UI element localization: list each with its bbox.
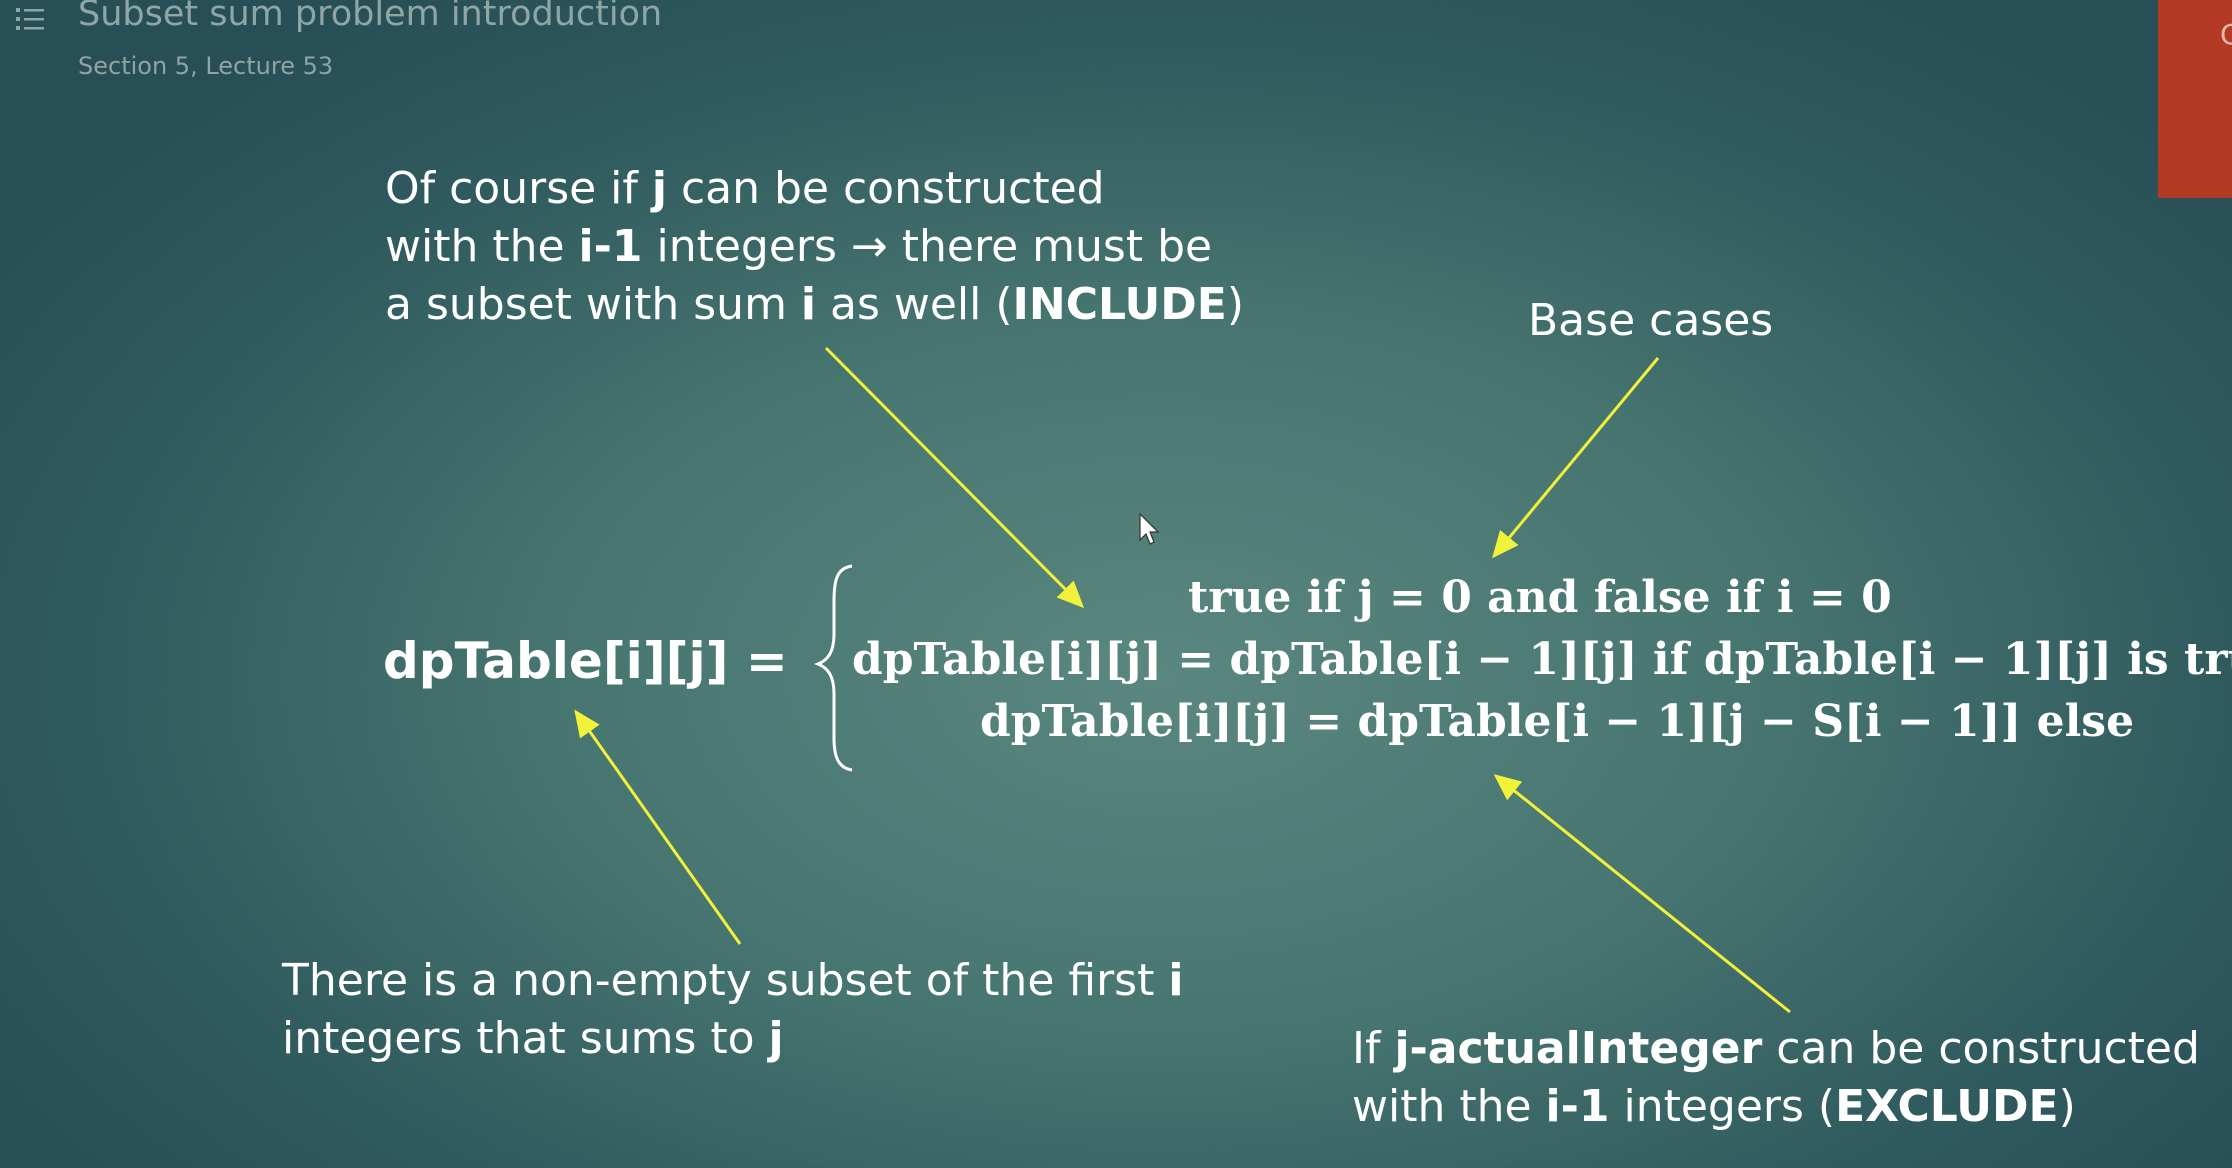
note-meaning-line-1: There is a non-empty subset of the first… (282, 955, 1184, 1006)
list-icon[interactable] (14, 4, 48, 34)
formula-lhs: dpTable[i][j] = (383, 632, 788, 690)
side-tab-glyph: C (2220, 18, 2232, 51)
note-include-line-2: with the i-1 integers → there must be (385, 221, 1213, 272)
mouse-cursor-icon (1139, 512, 1160, 545)
arrow-meaning (574, 709, 742, 945)
formula-case-exclude: dpTable[i][j] = dpTable[i − 1][j − S[i −… (980, 696, 2135, 747)
note-include-line-1: Of course if j can be constructed (385, 163, 1105, 214)
note-base-cases: Base cases (1528, 295, 1774, 346)
side-panel-tab[interactable]: C (2158, 0, 2232, 198)
arrow-exclude (1493, 774, 1791, 1014)
note-exclude: If j-actualInteger can be constructed wi… (1352, 1020, 2200, 1136)
left-curly-brace (813, 564, 853, 772)
note-include-line-3: a subset with sum i as well (INCLUDE) (385, 279, 1244, 330)
lecture-subtitle: Section 5, Lecture 53 (78, 52, 334, 80)
formula-case-include: dpTable[i][j] = dpTable[i − 1][j] if dpT… (852, 634, 2232, 685)
arrow-include (824, 346, 1085, 609)
formula-case-base: true if j = 0 and false if i = 0 (1188, 572, 1892, 623)
arrow-base-cases (1492, 357, 1660, 559)
note-exclude-line-1: If j-actualInteger can be constructed (1352, 1023, 2200, 1074)
note-meaning-line-2: integers that sums to j (282, 1013, 784, 1064)
note-include: Of course if j can be constructed with t… (385, 160, 1244, 334)
note-exclude-line-2: with the i-1 integers (EXCLUDE) (1352, 1081, 2076, 1132)
lecture-title: Subset sum problem introduction (78, 0, 663, 34)
note-meaning: There is a non-empty subset of the first… (282, 952, 1183, 1068)
video-header: Subset sum problem introduction Section … (0, 0, 2160, 92)
